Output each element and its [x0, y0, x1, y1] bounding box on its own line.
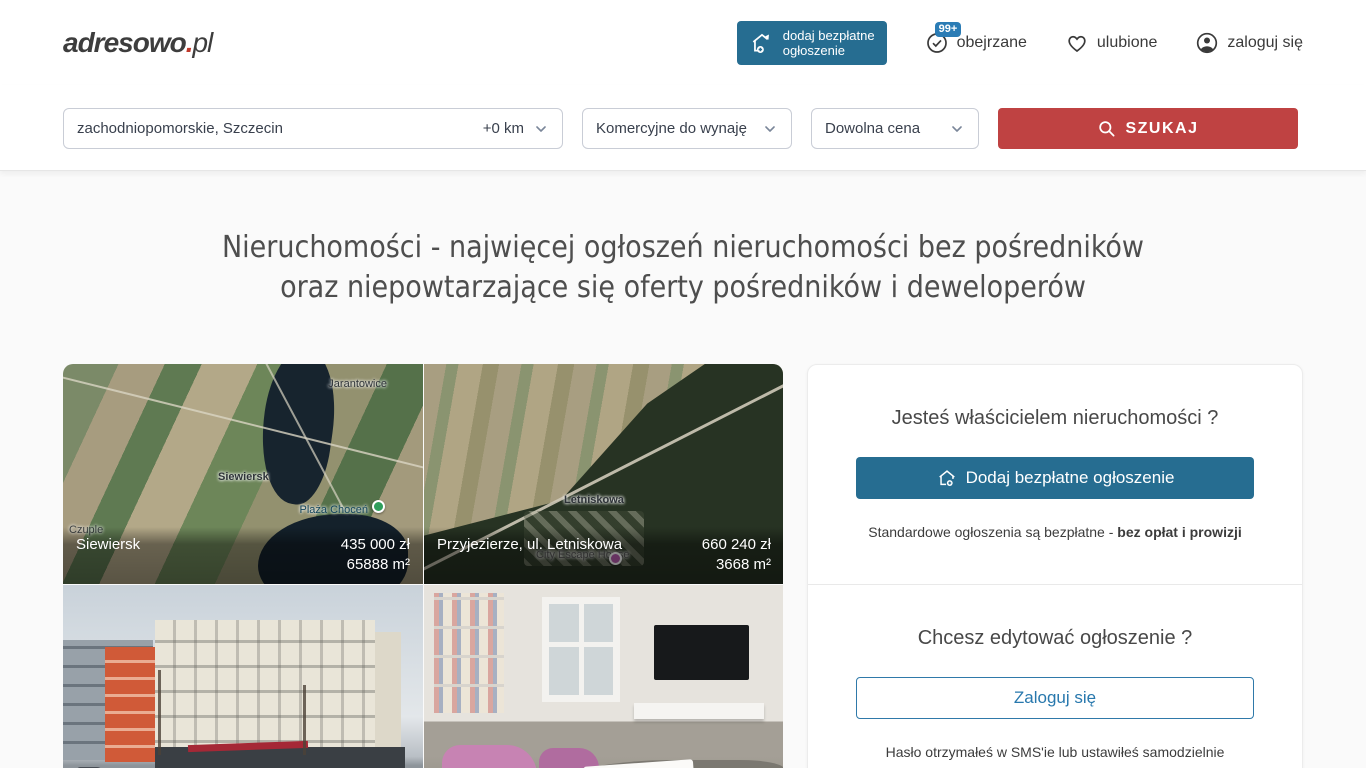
- building-shape: [105, 647, 160, 762]
- viewed-count-badge: 99+: [935, 22, 962, 37]
- nav-viewed-label: obejrzane: [957, 34, 1027, 52]
- property-type-value: Komercyjne do wynaję: [596, 120, 762, 137]
- house-plus-icon: [936, 467, 958, 489]
- map-label: Plaża Choceń: [300, 504, 369, 516]
- page-title-line2: oraz niepowtarzające się oferty pośredni…: [0, 268, 1366, 308]
- nav-login[interactable]: zaloguj się: [1195, 31, 1303, 55]
- armchair-shape: [442, 745, 537, 768]
- login-button[interactable]: Zaloguj się: [856, 677, 1254, 719]
- location-value: zachodniopomorskie, Szczecin: [77, 120, 483, 137]
- add-free-listing-label: Dodaj bezpłatne ogłoszenie: [966, 468, 1175, 488]
- house-plus-icon: [749, 30, 775, 56]
- hero-section: Nieruchomości - najwięcej ogłoszeń nieru…: [0, 171, 1366, 768]
- map-label: Letniskowa: [564, 494, 624, 506]
- tree-shape: [303, 685, 306, 755]
- page-title: Nieruchomości - najwięcej ogłoszeń nieru…: [0, 228, 1366, 308]
- add-listing-label-line1: dodaj bezpłatne: [783, 28, 875, 43]
- window-shape: [542, 597, 620, 702]
- owner-note-bold: bez opłat i prowizji: [1117, 524, 1241, 540]
- listing-caption: Siewiersk 435 000 zł 65888 m²: [63, 527, 423, 584]
- logo-name: adresowo: [63, 27, 186, 58]
- price-value: Dowolna cena: [825, 120, 949, 137]
- search-button[interactable]: SZUKAJ: [998, 108, 1298, 149]
- listing-location: Siewiersk: [76, 535, 140, 575]
- top-header: adresowo.pl dodaj bezpłatne ogłoszenie: [0, 0, 1366, 85]
- listing-area: 3668 m²: [702, 555, 771, 575]
- check-circle-icon: 99+: [925, 31, 949, 55]
- map-pin-icon: [372, 500, 385, 513]
- listing-card-siewiersk[interactable]: Jarantowice Siewiersk Plaża Choceń Czupl…: [63, 364, 423, 584]
- add-free-listing-button[interactable]: Dodaj bezpłatne ogłoszenie: [856, 457, 1254, 499]
- map-label: Siewiersk: [218, 471, 269, 483]
- listing-card-przyjezierze[interactable]: Letniskowa City Escape House Przyjezierz…: [424, 364, 783, 584]
- listing-card-lublin[interactable]: Lublin, Śródmieście, ul. 545 000 zł: [63, 585, 423, 768]
- owner-panel-note: Standardowe ogłoszenia są bezpłatne - be…: [856, 524, 1254, 540]
- search-icon: [1097, 119, 1116, 138]
- owner-panel-title: Jesteś właścicielem nieruchomości ?: [856, 407, 1254, 430]
- listing-area: 65888 m²: [341, 555, 410, 575]
- tv-shape: [654, 625, 749, 680]
- listing-price: 660 240 zł: [702, 535, 771, 555]
- nav-viewed[interactable]: 99+ obejrzane: [925, 31, 1027, 55]
- edit-panel-note: Hasło otrzymałeś w SMS'ie lub ustawiłeś …: [856, 744, 1254, 760]
- owner-panel: Jesteś właścicielem nieruchomości ? Doda…: [808, 365, 1302, 584]
- add-listing-button[interactable]: dodaj bezpłatne ogłoszenie: [737, 21, 887, 65]
- nav-login-label: zaloguj się: [1227, 34, 1303, 52]
- map-label: Jarantowice: [328, 378, 387, 390]
- nav-favorites-label: ulubione: [1097, 34, 1158, 52]
- bookshelf-shape: [434, 593, 504, 713]
- chevron-down-icon: [949, 121, 965, 137]
- owner-note-regular: Standardowe ogłoszenia są bezpłatne -: [868, 524, 1117, 540]
- user-circle-icon: [1195, 31, 1219, 55]
- search-section: zachodniopomorskie, Szczecin +0 km Komer…: [0, 85, 1366, 171]
- edit-panel-title: Chcesz edytować ogłoszenie ?: [856, 627, 1254, 650]
- listing-caption: Przyjezierze, ul. Letniskowa 660 240 zł …: [424, 527, 783, 584]
- page-title-line1: Nieruchomości - najwięcej ogłoszeń nieru…: [0, 228, 1366, 268]
- heart-icon: [1065, 31, 1089, 55]
- edit-panel: Chcesz edytować ogłoszenie ? Zaloguj się…: [808, 584, 1302, 768]
- radius-value: +0 km: [483, 120, 524, 137]
- cabinet-shape: [634, 703, 764, 719]
- armchair-shape: [539, 748, 599, 768]
- price-select[interactable]: Dowolna cena: [811, 108, 979, 149]
- add-listing-label-line2: ogłoszenie: [783, 43, 845, 58]
- location-input[interactable]: zachodniopomorskie, Szczecin +0 km: [63, 108, 563, 149]
- featured-listings-grid: Jarantowice Siewiersk Plaża Choceń Czupl…: [63, 364, 783, 768]
- search-button-label: SZUKAJ: [1125, 120, 1198, 138]
- sidebar: Jesteś właścicielem nieruchomości ? Doda…: [807, 364, 1303, 768]
- logo[interactable]: adresowo.pl: [63, 27, 212, 59]
- listing-card-wola[interactable]: Wola Zglobieńska 890 000 zł: [424, 585, 783, 768]
- listing-location: Przyjezierze, ul. Letniskowa: [437, 535, 622, 575]
- chevron-down-icon: [533, 121, 549, 137]
- chevron-down-icon: [762, 121, 778, 137]
- listing-price: 435 000 zł: [341, 535, 410, 555]
- tree-shape: [158, 670, 161, 755]
- logo-tld: pl: [192, 27, 212, 58]
- property-type-select[interactable]: Komercyjne do wynaję: [582, 108, 792, 149]
- nav-favorites[interactable]: ulubione: [1065, 31, 1158, 55]
- radius-select[interactable]: +0 km: [483, 120, 549, 137]
